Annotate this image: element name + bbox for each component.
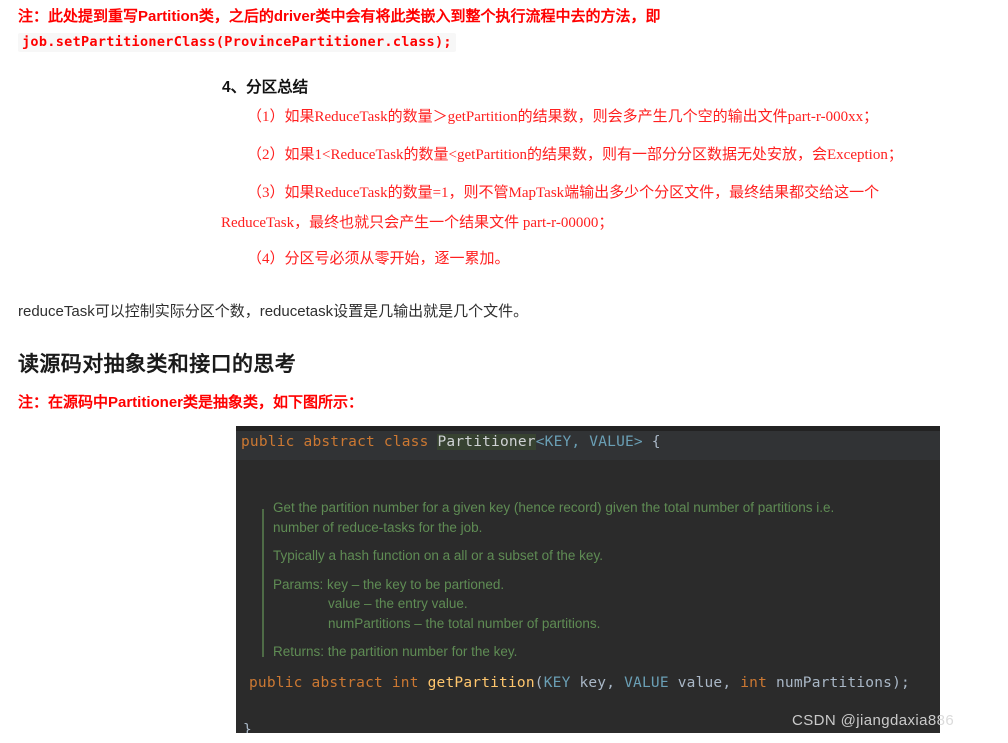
method-keyword-token: public abstract int [249, 675, 428, 691]
closing-brace: } [243, 722, 252, 733]
open-brace-token: { [642, 434, 661, 450]
open-paren-token: ( [534, 675, 544, 691]
param-name-2-token: value [668, 675, 723, 691]
param-name-3-token: numPartitions [767, 675, 893, 691]
comma-2-token: , [722, 675, 741, 691]
javadoc-line-1: Get the partition number for a given key… [273, 500, 835, 515]
section-heading: 4、分区总结 [222, 79, 309, 96]
method-signature-line: public abstract int getPartition(KEY key… [249, 675, 910, 691]
document-page: 注：此处提到重写Partition类，之后的driver类中会有将此类嵌入到整个… [0, 0, 1008, 743]
class-signature-line: public abstract class Partitioner<KEY, V… [241, 434, 661, 450]
generics-token: <KEY, VALUE> [535, 434, 643, 450]
javadoc-accent-bar [262, 509, 264, 657]
list-item: （1）如果ReduceTask的数量＞getPartition的结果数，则会多产… [247, 109, 879, 125]
javadoc-param-1: Params: key – the key to be partioned. [273, 576, 505, 592]
page-title: 读源码对抽象类和接口的思考 [18, 353, 297, 376]
param-type-1-token: KEY [543, 675, 571, 691]
list-item-continuation: ReduceTask，最终也就只会产生一个结果文件 part-r-00000； [221, 215, 614, 231]
top-inline-code: job.setPartitionerClass(ProvincePartitio… [18, 33, 456, 52]
source-red-note: 注：在源码中Partitioner类是抽象类，如下图所示： [18, 394, 364, 411]
list-item: （3）如果ReduceTask的数量=1，则不管MapTask端输出多少个分区文… [221, 182, 992, 235]
javadoc-param-3: numPartitions – the total number of part… [328, 615, 601, 631]
javadoc-line-3: Typically a hash function on a all or a … [273, 548, 603, 563]
param-name-1-token: key [570, 675, 607, 691]
param-type-3-token: int [740, 675, 768, 691]
javadoc-params: Params: key – the key to be partioned. v… [273, 575, 913, 634]
javadoc-line-2: number of reduce-tasks for the job. [273, 519, 483, 535]
keyword-token: public abstract class [241, 434, 438, 450]
class-name-token: Partitioner [437, 434, 536, 450]
javadoc-comment: Get the partition number for a given key… [273, 498, 913, 662]
watermark: CSDN @jiangdaxia886 [792, 712, 955, 729]
javadoc-description: Get the partition number for a given key… [273, 498, 913, 537]
close-paren-token: ); [892, 675, 910, 691]
list-item: （4）分区号必须从零开始，逐一累加。 [247, 251, 510, 267]
javadoc-returns: Returns: the partition number for the ke… [273, 644, 518, 659]
javadoc-param-2: value – the entry value. [328, 596, 468, 611]
top-red-note: 注：此处提到重写Partition类，之后的driver类中会有将此类嵌入到整个… [18, 8, 661, 25]
param-type-2-token: VALUE [624, 675, 669, 691]
code-block: public abstract class Partitioner<KEY, V… [236, 426, 940, 733]
comma-1-token: , [606, 675, 625, 691]
list-item-text: （3）如果ReduceTask的数量=1，则不管MapTask端输出多少个分区文… [247, 185, 880, 201]
body-paragraph: reduceTask可以控制实际分区个数，reducetask设置是几输出就是几… [18, 303, 529, 320]
code-body: Get the partition number for a given key… [236, 460, 940, 733]
method-name-token: getPartition [427, 675, 535, 691]
list-item: （2）如果1<ReduceTask的数量<getPartition的结果数，则有… [247, 147, 903, 163]
